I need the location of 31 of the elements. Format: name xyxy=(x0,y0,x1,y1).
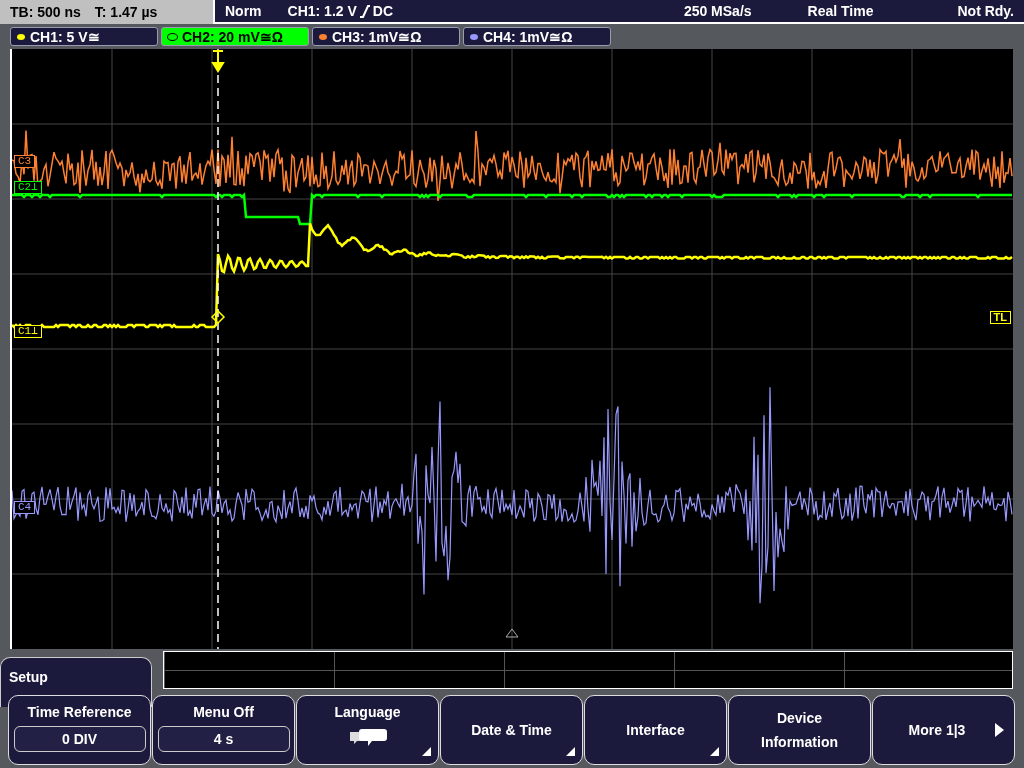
center-marker-icon xyxy=(505,628,519,638)
trigger-mode: Norm xyxy=(225,3,262,19)
softkey-button[interactable]: Time Reference 0 DIV xyxy=(8,695,151,765)
channel-tab[interactable]: CH3: 1mV≅Ω xyxy=(312,27,460,46)
softkey-button[interactable]: Menu Off 4 s xyxy=(152,695,295,765)
channel-marker: C3 xyxy=(14,155,36,168)
channel-tab[interactable]: CH1: 5 V≅ xyxy=(10,27,158,46)
softkey-button[interactable]: Date & Time xyxy=(440,695,583,765)
value-field[interactable]: 0 DIV xyxy=(13,726,146,752)
channel-marker: C1⊥ xyxy=(14,325,42,338)
rising-edge-icon xyxy=(358,4,371,18)
sample-rate: 250 MSa/s xyxy=(683,3,752,19)
softkey-button[interactable]: More 1|3 xyxy=(872,695,1015,765)
timebase-readout: TB: 500 ns xyxy=(10,4,81,20)
softkey-button[interactable]: Language xyxy=(296,695,439,765)
channel-tab[interactable]: CH4: 1mV≅Ω xyxy=(463,27,611,46)
acquisition-mode: Real Time xyxy=(807,3,874,19)
trigger-level-marker: TL xyxy=(989,311,1011,324)
trigger-source: CH1: 1.2 V xyxy=(287,3,357,19)
speech-bubbles-icon xyxy=(347,726,388,748)
next-page-icon xyxy=(995,723,1005,737)
trigger-time-readout: T: 1.47 µs xyxy=(94,4,158,20)
channel-marker: C2⊥ xyxy=(14,181,42,194)
channel-tab[interactable]: CH2: 20 mV≅Ω xyxy=(161,27,309,46)
trigger-point-icon xyxy=(210,309,226,325)
softkey-button[interactable]: Interface xyxy=(584,695,727,765)
softkey-button[interactable]: Device Information xyxy=(728,695,871,765)
trigger-status: Not Rdy. xyxy=(957,3,1014,19)
channel-marker: C4 xyxy=(14,501,36,514)
value-field[interactable]: 4 s xyxy=(157,726,290,752)
trigger-coupling: DC xyxy=(372,3,394,19)
